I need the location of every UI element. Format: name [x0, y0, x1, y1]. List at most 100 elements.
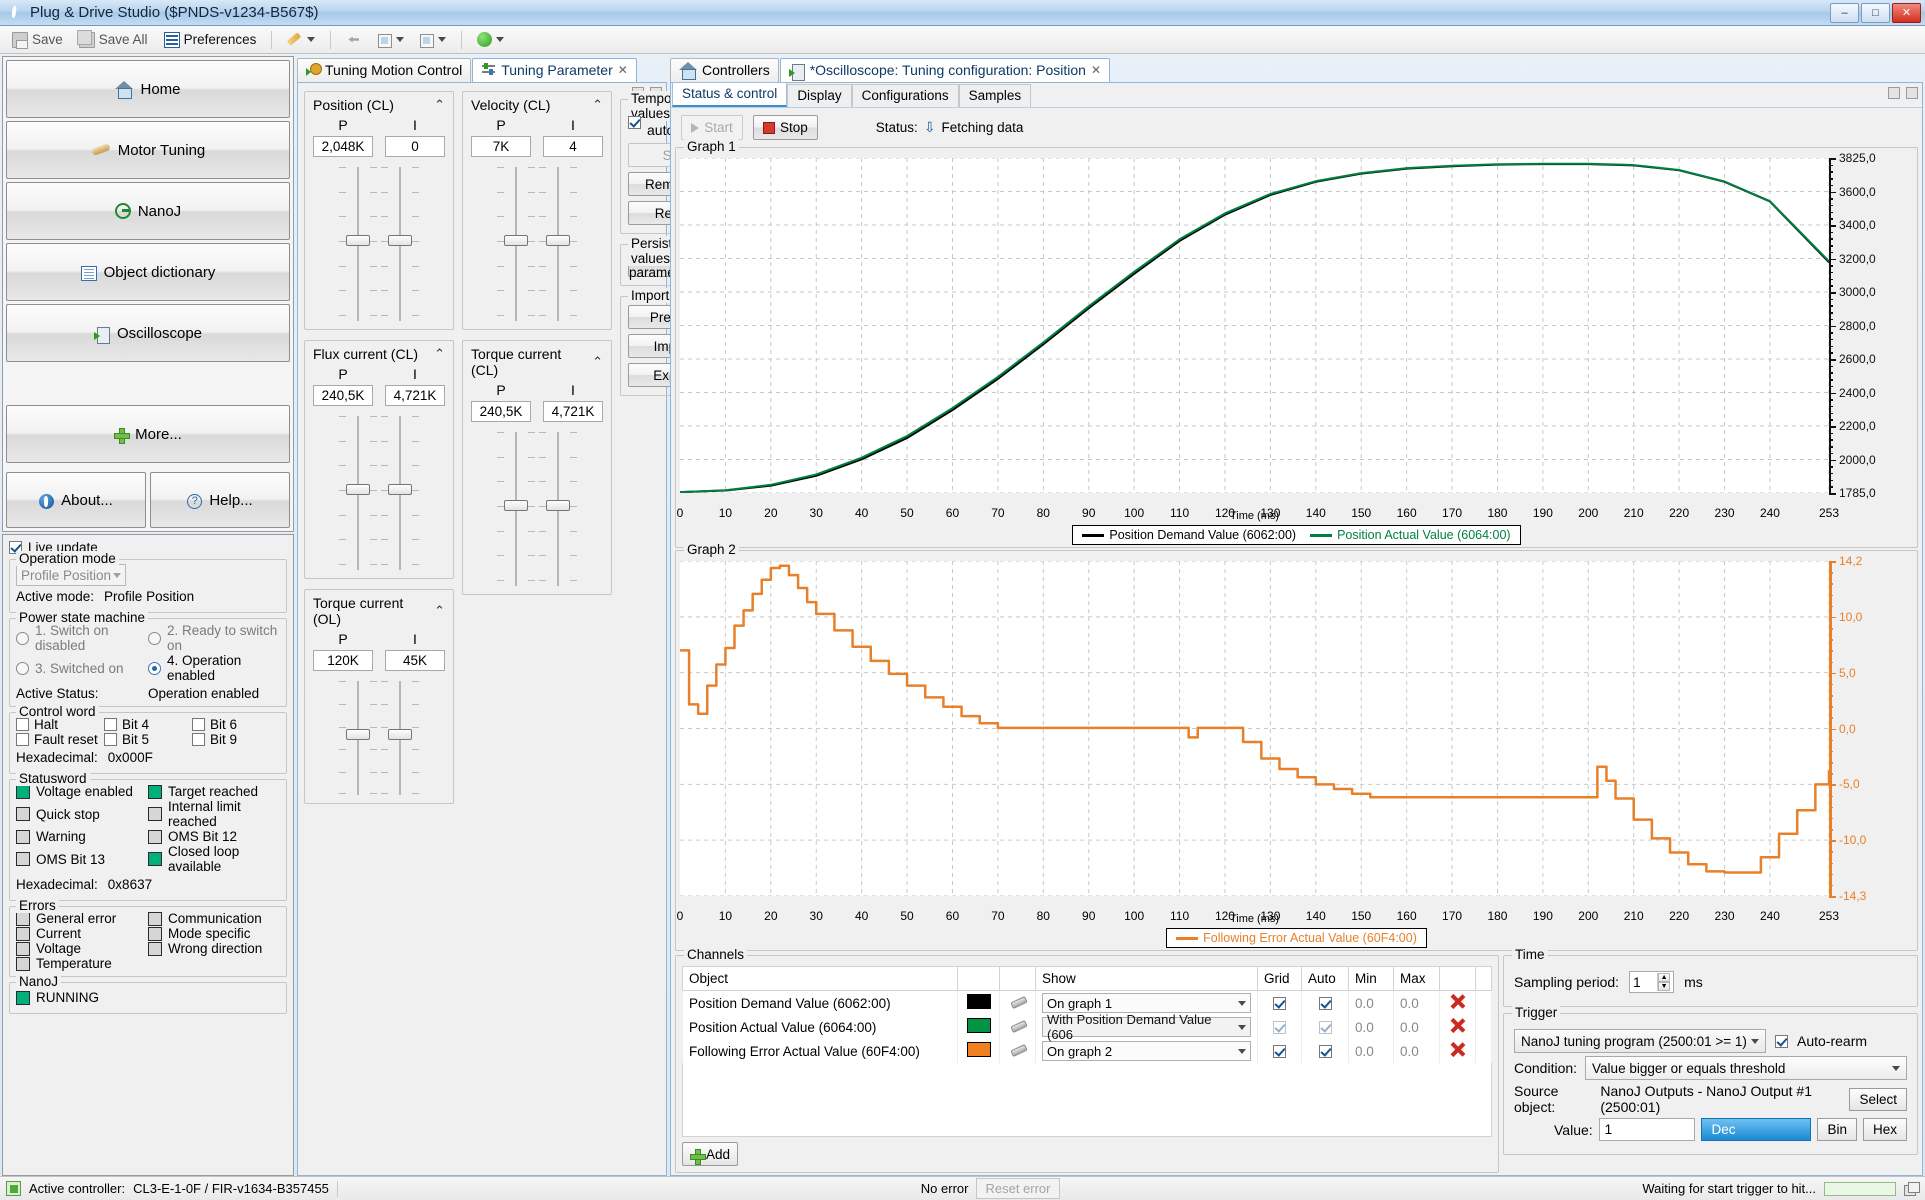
cell-config[interactable] [999, 990, 1036, 1015]
auto-checkbox[interactable] [1318, 1044, 1332, 1058]
sidebar-item-motor-tuning[interactable]: Motor Tuning [6, 121, 290, 179]
auto-rearm-checkbox[interactable] [1775, 1034, 1788, 1048]
subtab-status-control[interactable]: Status & control [672, 82, 788, 107]
minimize-button[interactable]: – [1830, 2, 1859, 23]
radix-hex-button[interactable]: Hex [1862, 1118, 1907, 1141]
reset-error-button[interactable]: Reset error [976, 1178, 1060, 1199]
torque-ol-p-slider[interactable] [337, 679, 379, 797]
back-button[interactable] [340, 30, 368, 50]
table-row[interactable]: Following Error Actual Value (60F4:00) On… [682, 1039, 1492, 1063]
chevron-down-icon[interactable] [307, 37, 316, 42]
add-channel-button[interactable]: Add [682, 1142, 738, 1166]
slider-thumb[interactable] [388, 483, 412, 495]
torque-cl-i-input[interactable]: 4,721K [543, 401, 603, 422]
help-button[interactable]: ? Help... [150, 472, 290, 528]
slider-thumb[interactable] [546, 234, 570, 246]
configure-channel-button[interactable] [1007, 994, 1029, 1011]
tab-tuning-motion-control[interactable]: Tuning Motion Control [297, 58, 472, 82]
cell-grid[interactable] [1257, 1015, 1302, 1039]
delete-channel-icon[interactable] [1449, 993, 1466, 1010]
sidebar-item-oscilloscope[interactable]: Oscilloscope [6, 304, 290, 362]
start-button[interactable]: Start [681, 115, 743, 140]
sidebar-item-nanoj[interactable]: NanoJ [6, 182, 290, 240]
position-cl-i-input[interactable]: 0 [385, 136, 445, 157]
subtab-configurations[interactable]: Configurations [851, 84, 959, 107]
flux-cl-i-slider[interactable] [379, 414, 421, 572]
delete-channel-icon[interactable] [1449, 1017, 1466, 1034]
minimize-panel-icon[interactable] [1888, 87, 1900, 99]
position-cl-p-input[interactable]: 2,048K [313, 136, 373, 157]
flux-cl-i-input[interactable]: 4,721K [385, 385, 445, 406]
control-word-bit9[interactable]: Bit 9 [192, 732, 280, 747]
cell-color[interactable] [957, 1039, 1000, 1063]
slider-thumb[interactable] [504, 499, 528, 511]
slider-thumb[interactable] [346, 728, 370, 740]
color-swatch[interactable] [966, 994, 991, 1009]
cell-auto[interactable] [1301, 1039, 1349, 1063]
checkbox-icon[interactable] [16, 718, 29, 731]
slider-thumb[interactable] [346, 234, 370, 246]
cell-delete[interactable] [1439, 990, 1476, 1015]
sidebar-item-home[interactable]: Home [6, 60, 290, 118]
cell-show[interactable]: With Position Demand Value (606 [1035, 1012, 1258, 1042]
tab-tuning-parameter[interactable]: Tuning Parameter ✕ [472, 58, 637, 82]
trigger-source-select[interactable]: NanoJ tuning program (2500:01 >= 1) [1514, 1029, 1766, 1053]
preferences-button[interactable]: Preferences [158, 30, 263, 50]
cell-show[interactable]: On graph 2 [1035, 1039, 1258, 1063]
checkbox-icon[interactable] [104, 718, 117, 731]
collapse-icon[interactable]: ⌃ [434, 603, 445, 619]
auto-checkbox[interactable] [1318, 1020, 1332, 1034]
control-word-bit5[interactable]: Bit 5 [104, 732, 192, 747]
trigger-value-input[interactable]: 1 [1598, 1118, 1696, 1141]
velocity-cl-p-input[interactable]: 7K [471, 136, 531, 157]
close-icon[interactable]: ✕ [1091, 63, 1101, 77]
cell-delete[interactable] [1439, 1015, 1476, 1039]
maximize-panel-icon[interactable] [1906, 87, 1918, 99]
delete-channel-icon[interactable] [1449, 1041, 1466, 1058]
background-tasks-icon[interactable] [1904, 1182, 1921, 1196]
torque-cl-p-input[interactable]: 240,5K [471, 401, 531, 422]
chevron-down-icon[interactable] [496, 37, 505, 42]
color-swatch[interactable] [966, 1042, 991, 1057]
velocity-cl-p-slider[interactable] [495, 165, 537, 323]
slider-thumb[interactable] [388, 728, 412, 740]
sidebar-item-more[interactable]: More... [6, 405, 290, 463]
checkbox-icon[interactable] [192, 733, 205, 746]
about-button[interactable]: About... [6, 472, 146, 528]
slider-thumb[interactable] [346, 483, 370, 495]
import-toolbar-button[interactable] [372, 31, 410, 49]
auto-checkbox[interactable] [1318, 996, 1332, 1010]
slider-thumb[interactable] [388, 234, 412, 246]
flux-cl-p-input[interactable]: 240,5K [313, 385, 373, 406]
show-select[interactable]: With Position Demand Value (606 [1042, 1012, 1251, 1042]
close-button[interactable]: ✕ [1892, 2, 1921, 23]
export-toolbar-button[interactable] [414, 31, 452, 49]
collapse-icon[interactable]: ⌃ [592, 354, 603, 370]
radix-dec-button[interactable]: Dec [1701, 1118, 1812, 1141]
tab-controllers[interactable]: Controllers [670, 58, 779, 82]
configure-channel-button[interactable] [1007, 1018, 1029, 1035]
torque-ol-p-input[interactable]: 120K [313, 650, 373, 671]
velocity-cl-i-input[interactable]: 4 [543, 136, 603, 157]
radio-icon[interactable] [148, 631, 161, 645]
send-automatically-checkbox[interactable] [628, 115, 641, 129]
grid-checkbox[interactable] [1273, 1020, 1286, 1034]
radio-icon[interactable] [16, 661, 29, 675]
position-cl-p-slider[interactable] [337, 165, 379, 323]
radio-icon[interactable] [16, 631, 29, 645]
power-state-option-2[interactable]: 2. Ready to switch on [148, 623, 280, 653]
pen-tool-button[interactable] [281, 30, 321, 50]
show-select[interactable]: On graph 2 [1042, 1041, 1251, 1061]
run-button[interactable] [471, 30, 510, 49]
slider-thumb[interactable] [546, 499, 570, 511]
save-button[interactable]: Save [6, 30, 69, 50]
radix-bin-button[interactable]: Bin [1817, 1118, 1857, 1141]
chevron-down-icon[interactable] [438, 37, 447, 42]
slider-thumb[interactable] [504, 234, 528, 246]
cell-auto[interactable] [1301, 1015, 1349, 1039]
subtab-display[interactable]: Display [787, 84, 852, 107]
subtab-samples[interactable]: Samples [958, 84, 1032, 107]
cell-grid[interactable] [1257, 990, 1302, 1015]
select-source-button[interactable]: Select [1849, 1087, 1907, 1111]
cell-delete[interactable] [1439, 1039, 1476, 1063]
